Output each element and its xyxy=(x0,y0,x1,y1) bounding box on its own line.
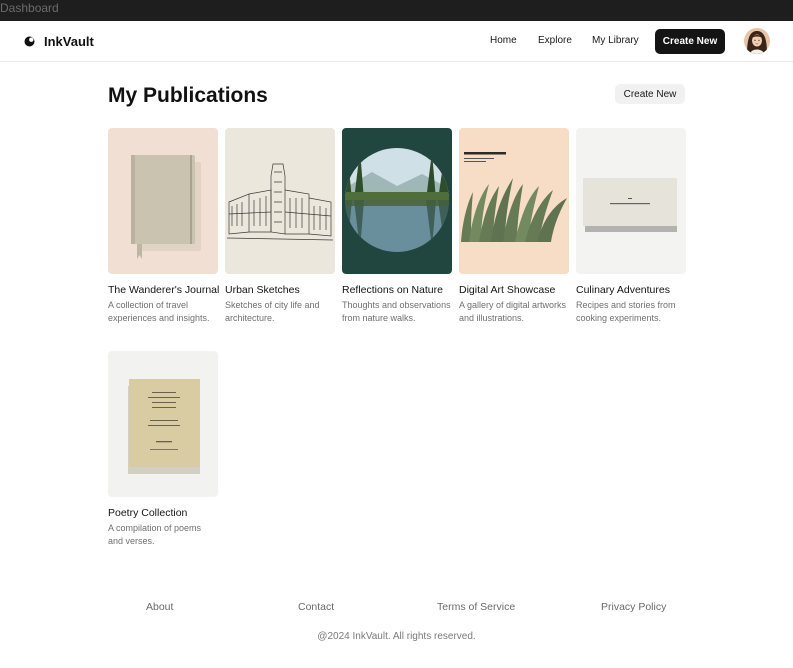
card-description: Recipes and stories from cooking experim… xyxy=(576,300,676,323)
footer-about-link[interactable]: About xyxy=(146,601,173,613)
card-description: A collection of travel experiences and i… xyxy=(108,300,210,323)
card-description: Sketches of city life and architecture. xyxy=(225,300,320,323)
footer-contact-link[interactable]: Contact xyxy=(298,601,334,613)
page-title: My Publications xyxy=(108,84,268,107)
publication-card-poetry-collection[interactable]: Poetry Collection A compilation of poems… xyxy=(108,351,218,548)
publication-card-culinary-adventures[interactable]: Culinary Adventures Recipes and stories … xyxy=(576,128,686,325)
card-title: Poetry Collection xyxy=(108,507,188,519)
card-description: A compilation of poems and verses. xyxy=(108,523,202,546)
nav-home-link[interactable]: Home xyxy=(490,35,517,46)
nav-my-library-link[interactable]: My Library xyxy=(592,35,639,46)
publication-cover-reflections-on-nature xyxy=(342,128,452,274)
card-title: Urban Sketches xyxy=(225,284,300,296)
card-title: Reflections on Nature xyxy=(342,284,443,296)
avatar-portrait-icon xyxy=(744,28,770,54)
create-new-button[interactable]: Create New xyxy=(615,84,685,104)
publication-cover-poetry-collection xyxy=(108,351,218,497)
card-title: Culinary Adventures xyxy=(576,284,670,296)
publication-cover-urban-sketches xyxy=(225,128,335,274)
window-title: Dashboard xyxy=(0,1,59,15)
card-description: A gallery of digital artworks and illust… xyxy=(459,300,567,323)
footer-copyright: @2024 InkVault. All rights reserved. xyxy=(317,631,476,642)
user-avatar[interactable] xyxy=(744,28,770,54)
nav-explore-link[interactable]: Explore xyxy=(538,35,572,46)
footer-terms-link[interactable]: Terms of Service xyxy=(437,601,515,613)
card-title: Digital Art Showcase xyxy=(459,284,556,296)
top-navbar: InkVault Home Explore My Library Create … xyxy=(0,21,793,62)
publication-card-digital-art-showcase[interactable]: Digital Art Showcase A gallery of digita… xyxy=(459,128,569,325)
publication-cover-digital-art-showcase xyxy=(459,128,569,274)
publication-card-wanderers-journal[interactable]: The Wanderer's Journal A collection of t… xyxy=(108,128,220,325)
header-create-new-button[interactable]: Create New xyxy=(655,29,725,54)
brand-name[interactable]: InkVault xyxy=(44,34,94,49)
publication-card-reflections-on-nature[interactable]: Reflections on Nature Thoughts and obser… xyxy=(342,128,452,325)
logo-icon xyxy=(24,36,35,47)
card-description: Thoughts and observations from nature wa… xyxy=(342,300,451,323)
footer-privacy-link[interactable]: Privacy Policy xyxy=(601,601,666,613)
card-title: The Wanderer's Journal xyxy=(108,284,220,296)
publication-cover-culinary-adventures xyxy=(576,128,686,274)
publication-cover-wanderers-journal xyxy=(108,128,218,274)
window-titlebar: Dashboard xyxy=(0,0,793,21)
publication-card-urban-sketches[interactable]: Urban Sketches Sketches of city life and… xyxy=(225,128,335,325)
